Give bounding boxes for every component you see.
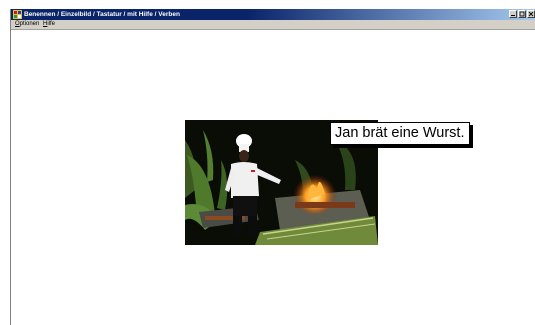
menu-bar: Optionen Hilfe	[11, 20, 535, 30]
application-window: Benennen / Einzelbild / Tastatur / mit H…	[10, 9, 535, 325]
caption-label: Jan brät eine Wurst.	[330, 122, 470, 145]
maximize-icon[interactable]	[518, 10, 526, 18]
app-icon[interactable]	[13, 10, 22, 19]
menu-hilfe-label: ilfe	[47, 21, 56, 27]
close-icon[interactable]	[527, 10, 535, 18]
window-controls	[509, 10, 535, 19]
menu-optionen-label: ptionen	[19, 21, 40, 27]
minimize-icon[interactable]	[509, 10, 517, 18]
menu-hilfe[interactable]: Hilfe	[43, 20, 55, 29]
window-title: Benennen / Einzelbild / Tastatur / mit H…	[24, 11, 180, 18]
menu-optionen[interactable]: Optionen	[15, 20, 39, 29]
caption-text: Jan brät eine Wurst.	[335, 125, 465, 141]
title-bar[interactable]: Benennen / Einzelbild / Tastatur / mit H…	[11, 9, 535, 20]
